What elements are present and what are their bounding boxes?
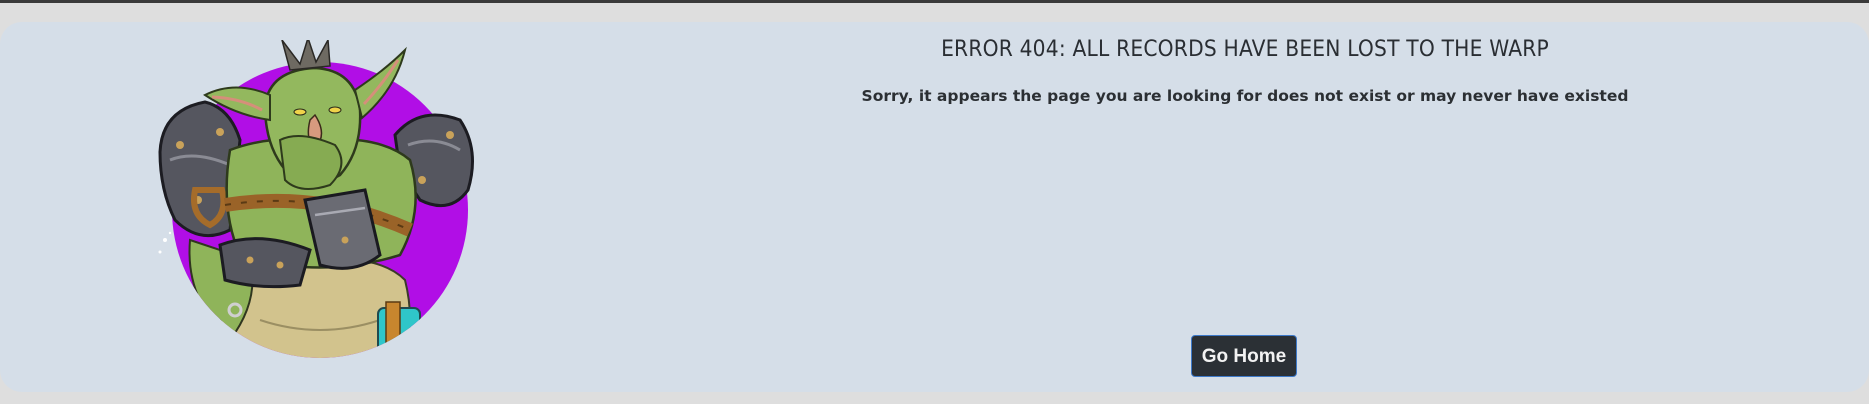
error-title: ERROR 404: ALL RECORDS HAVE BEEN LOST TO… — [941, 36, 1549, 62]
go-home-button[interactable]: Go Home — [1191, 335, 1297, 377]
error-card: ERROR 404: ALL RECORDS HAVE BEEN LOST TO… — [0, 22, 1869, 392]
top-border — [0, 0, 1869, 3]
error-message: Sorry, it appears the page you are looki… — [861, 87, 1629, 105]
goblin-illustration — [150, 35, 490, 394]
